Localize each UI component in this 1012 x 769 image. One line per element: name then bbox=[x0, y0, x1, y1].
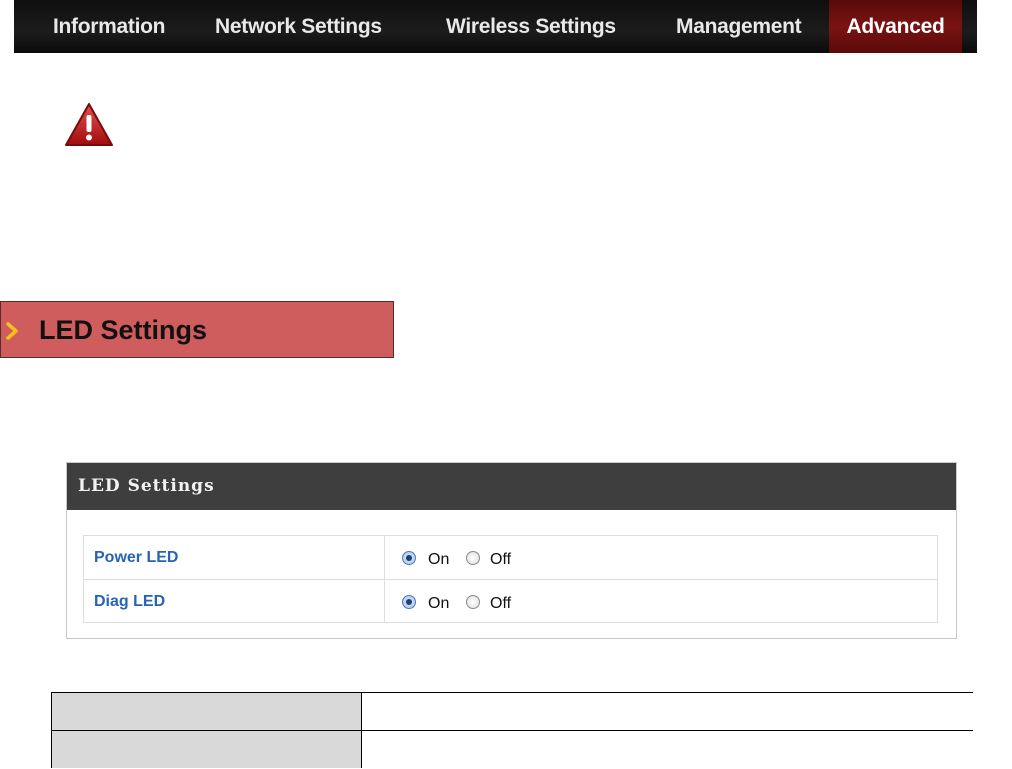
warning-icon bbox=[64, 102, 114, 148]
table-cell-field bbox=[52, 693, 361, 730]
diag-led-off-label: Off bbox=[490, 595, 512, 612]
chevron-right-icon bbox=[5, 322, 21, 340]
table-cell-description bbox=[361, 693, 973, 730]
table-cell-field bbox=[52, 731, 361, 768]
nav-item-management[interactable]: Management bbox=[676, 0, 802, 53]
table-cell-description bbox=[361, 731, 973, 768]
section-title: LED Settings bbox=[39, 315, 208, 345]
table-row: Diag LED On Off bbox=[84, 579, 937, 623]
column-divider bbox=[384, 580, 385, 623]
panel-header: LED Settings bbox=[67, 463, 956, 510]
column-divider bbox=[384, 536, 385, 579]
diag-led-label: Diag LED bbox=[94, 593, 166, 610]
power-led-off-radio[interactable] bbox=[466, 551, 480, 565]
power-led-label: Power LED bbox=[94, 549, 179, 566]
power-led-on-radio[interactable] bbox=[402, 551, 416, 565]
section-header-bar: LED Settings bbox=[0, 301, 394, 358]
power-led-on-label: On bbox=[428, 551, 450, 568]
diag-led-on-label: On bbox=[428, 595, 450, 612]
top-nav-bar: Information Network Settings Wireless Se… bbox=[14, 0, 977, 53]
diag-led-off-radio[interactable] bbox=[466, 595, 480, 609]
diag-led-on-radio[interactable] bbox=[402, 595, 416, 609]
led-settings-panel: LED Settings Power LED On Off Diag LED O… bbox=[66, 462, 957, 639]
description-table bbox=[51, 692, 973, 768]
led-settings-table: Power LED On Off Diag LED On Off bbox=[83, 535, 938, 623]
table-row: Power LED On Off bbox=[84, 536, 937, 579]
nav-item-advanced[interactable]: Advanced bbox=[829, 0, 962, 53]
nav-item-information[interactable]: Information bbox=[53, 0, 166, 53]
power-led-off-label: Off bbox=[490, 551, 512, 568]
nav-item-network-settings[interactable]: Network Settings bbox=[215, 0, 382, 53]
nav-item-wireless-settings[interactable]: Wireless Settings bbox=[446, 0, 616, 53]
